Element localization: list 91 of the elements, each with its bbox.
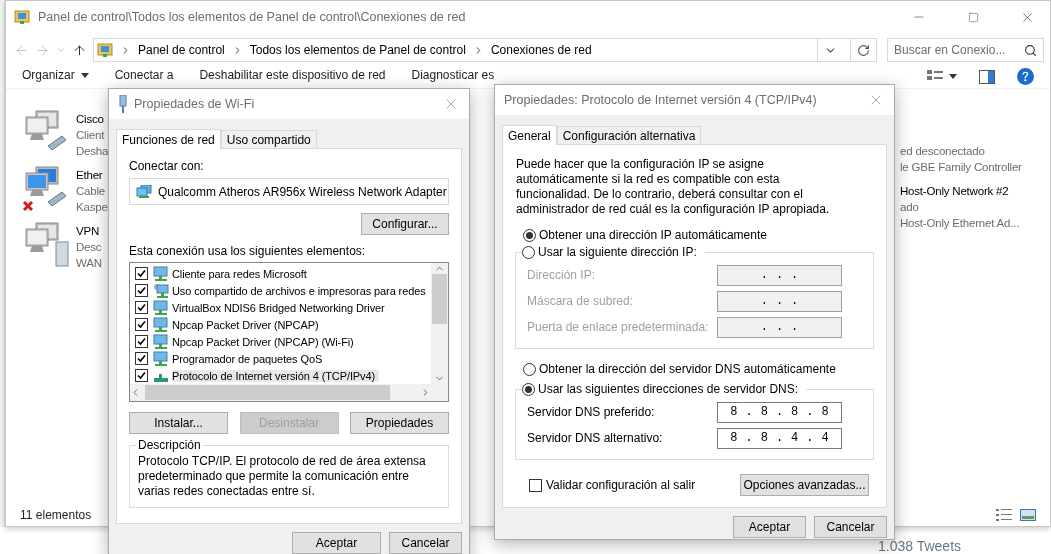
preview-pane-icon[interactable] bbox=[979, 69, 995, 84]
connection-detail: ed desconectado bbox=[900, 144, 986, 159]
network-client-icon bbox=[153, 350, 169, 367]
tab[interactable]: General bbox=[502, 125, 557, 145]
checkbox-label: Validar configuración al salir bbox=[546, 478, 696, 492]
list-item[interactable]: VirtualBox NDIS6 Bridged Networking Driver bbox=[172, 301, 389, 314]
checkbox[interactable] bbox=[135, 369, 148, 382]
connection-detail: Cable bbox=[76, 184, 107, 199]
breadcrumb-item[interactable]: Conexiones de red bbox=[490, 43, 592, 57]
network-client-icon bbox=[153, 265, 169, 282]
ip-address-field[interactable]: 8.8.4.4 bbox=[717, 427, 842, 449]
network-adapter-icon bbox=[118, 95, 128, 113]
network-folder-icon bbox=[14, 9, 30, 25]
list-item[interactable]: Npcap Packet Driver (NPCAP) bbox=[172, 318, 323, 331]
connection-name: VPN bbox=[76, 224, 101, 239]
item-count: 11 elementos bbox=[20, 508, 92, 522]
address-bar[interactable]: Panel de control Todos los elementos de Panel de control Conexiones de red bbox=[93, 38, 877, 62]
adapter-name: Qualcomm Atheros AR956x Wireless Network Adapter bbox=[158, 184, 447, 199]
field-label: Servidor DNS preferido: bbox=[527, 405, 655, 419]
checkbox[interactable] bbox=[135, 352, 148, 365]
list-item[interactable]: Uso compartido de archivos e impresoras para redes bbox=[172, 284, 430, 297]
connection-name: Cisco bbox=[76, 112, 105, 127]
radio-label: Usar las siguientes direcciones de servidor DNS: bbox=[538, 382, 799, 396]
radio-label: Usar la siguiente dirección IP: bbox=[538, 245, 697, 259]
action-button[interactable]: Propiedades bbox=[350, 412, 449, 434]
details-view-icon[interactable] bbox=[996, 509, 1012, 521]
toolbar-button[interactable]: Deshabilitar este dispositivo de red bbox=[199, 68, 386, 82]
radio-label: Obtener una dirección IP automáticamente bbox=[539, 228, 767, 242]
tab[interactable]: Configuración alternativa bbox=[556, 126, 702, 144]
connection-detail: Client bbox=[76, 128, 106, 143]
network-folder-icon bbox=[97, 42, 113, 58]
connection-detail: Desha bbox=[76, 144, 109, 159]
radio-label: Obtener la dirección del servidor DNS automáticamente bbox=[539, 362, 836, 376]
connection-detail: WAN bbox=[76, 256, 102, 271]
large-icons-view-icon[interactable] bbox=[1020, 509, 1036, 521]
list-label: Esta conexión usa los siguientes elementos: bbox=[129, 244, 367, 258]
list-item[interactable]: Cliente para redes Microsoft bbox=[172, 267, 311, 280]
connection-name: Host-Only Network #2 bbox=[900, 184, 1010, 199]
checkbox[interactable] bbox=[135, 267, 148, 280]
tweet-count: 1.038 Tweets bbox=[878, 538, 962, 554]
connection-detail: ado bbox=[900, 200, 920, 215]
network-client-icon bbox=[153, 333, 169, 350]
checkbox[interactable] bbox=[135, 318, 148, 331]
field-label: Servidor DNS alternativo: bbox=[527, 431, 663, 445]
group-title: Descripción bbox=[137, 438, 202, 452]
checkbox[interactable] bbox=[135, 335, 148, 348]
intro-text: Puede hacer que la configuración IP se asigne automáticamente si la red es compatible con esta funcionalidad. De lo contrario, deberá consultar con el administrador de red cuál es la configuración IP apropiada. bbox=[516, 157, 831, 217]
dialog-title: Propiedades: Protocolo de Internet versión 4 (TCP/IPv4) bbox=[504, 93, 818, 107]
checkbox[interactable] bbox=[135, 284, 148, 297]
toolbar-button[interactable]: Conectar a bbox=[114, 68, 174, 82]
network-client-icon bbox=[153, 316, 169, 333]
toolbar-button[interactable]: Organizar bbox=[22, 68, 89, 82]
search-icon[interactable] bbox=[1024, 43, 1037, 57]
connection-detail: le GBE Family Controller bbox=[900, 160, 1023, 175]
list-item[interactable]: Programador de paquetes QoS bbox=[172, 352, 327, 365]
checkbox[interactable] bbox=[529, 478, 542, 492]
breadcrumb-item[interactable]: Todos los elementos de Panel de control bbox=[249, 43, 466, 57]
search-field[interactable]: Buscar en Conexio... bbox=[887, 38, 1044, 62]
network-client-icon bbox=[153, 299, 169, 316]
description-text: Protocolo TCP/IP. El protocolo de red de área extensa predeterminado que permite la comunicación entre varias redes conectadas entre sí. bbox=[138, 454, 427, 499]
list-item[interactable]: Npcap Packet Driver (NPCAP) (Wi-Fi) bbox=[172, 335, 358, 348]
radio-button[interactable] bbox=[523, 362, 536, 376]
tab[interactable]: Funciones de red bbox=[116, 129, 221, 149]
advanced-options-button[interactable]: Opciones avanzadas... bbox=[740, 474, 869, 496]
toolbar-button[interactable]: Diagnosticar es bbox=[411, 68, 495, 82]
list-item[interactable]: Protocolo de Internet versión 4 (TCP/IPv4) bbox=[172, 369, 380, 382]
dialog-button[interactable]: Aceptar bbox=[292, 532, 381, 554]
dialog-button[interactable]: Cancelar bbox=[814, 516, 887, 538]
connection-detail: Host-Only Ethernet Ad... bbox=[900, 216, 1021, 231]
ip-address-field[interactable]: 8.8.8.8 bbox=[717, 401, 842, 423]
dialog-title: Propiedades de Wi-Fi bbox=[134, 97, 256, 111]
checkbox[interactable] bbox=[135, 301, 148, 314]
dialog-button[interactable]: Aceptar bbox=[733, 516, 806, 538]
connection-detail: Desc bbox=[76, 240, 102, 255]
configure-button[interactable]: Configurar... bbox=[361, 213, 449, 235]
network-service-icon bbox=[153, 282, 169, 299]
connection-detail: Kaspe bbox=[76, 200, 108, 215]
network-adapter-icon bbox=[136, 184, 152, 199]
field-label: Conectar con: bbox=[129, 159, 205, 173]
window-title: Panel de control\Todos los elementos de Panel de control\Conexiones de red bbox=[38, 10, 467, 24]
field-label: Máscara de subred: bbox=[527, 294, 634, 308]
field-label: Puerta de enlace predeterminada: bbox=[527, 320, 709, 334]
radio-button[interactable] bbox=[522, 382, 535, 396]
connection-name: Ether bbox=[76, 168, 104, 183]
tab[interactable]: Uso compartido bbox=[220, 130, 317, 148]
help-icon[interactable] bbox=[1017, 68, 1034, 85]
network-computers-icon bbox=[22, 220, 72, 270]
action-button[interactable]: Instalar... bbox=[129, 412, 228, 434]
breadcrumb-item[interactable]: Panel de control bbox=[138, 43, 225, 57]
field-label: Dirección IP: bbox=[527, 268, 596, 282]
dialog-button[interactable]: Cancelar bbox=[389, 532, 462, 554]
